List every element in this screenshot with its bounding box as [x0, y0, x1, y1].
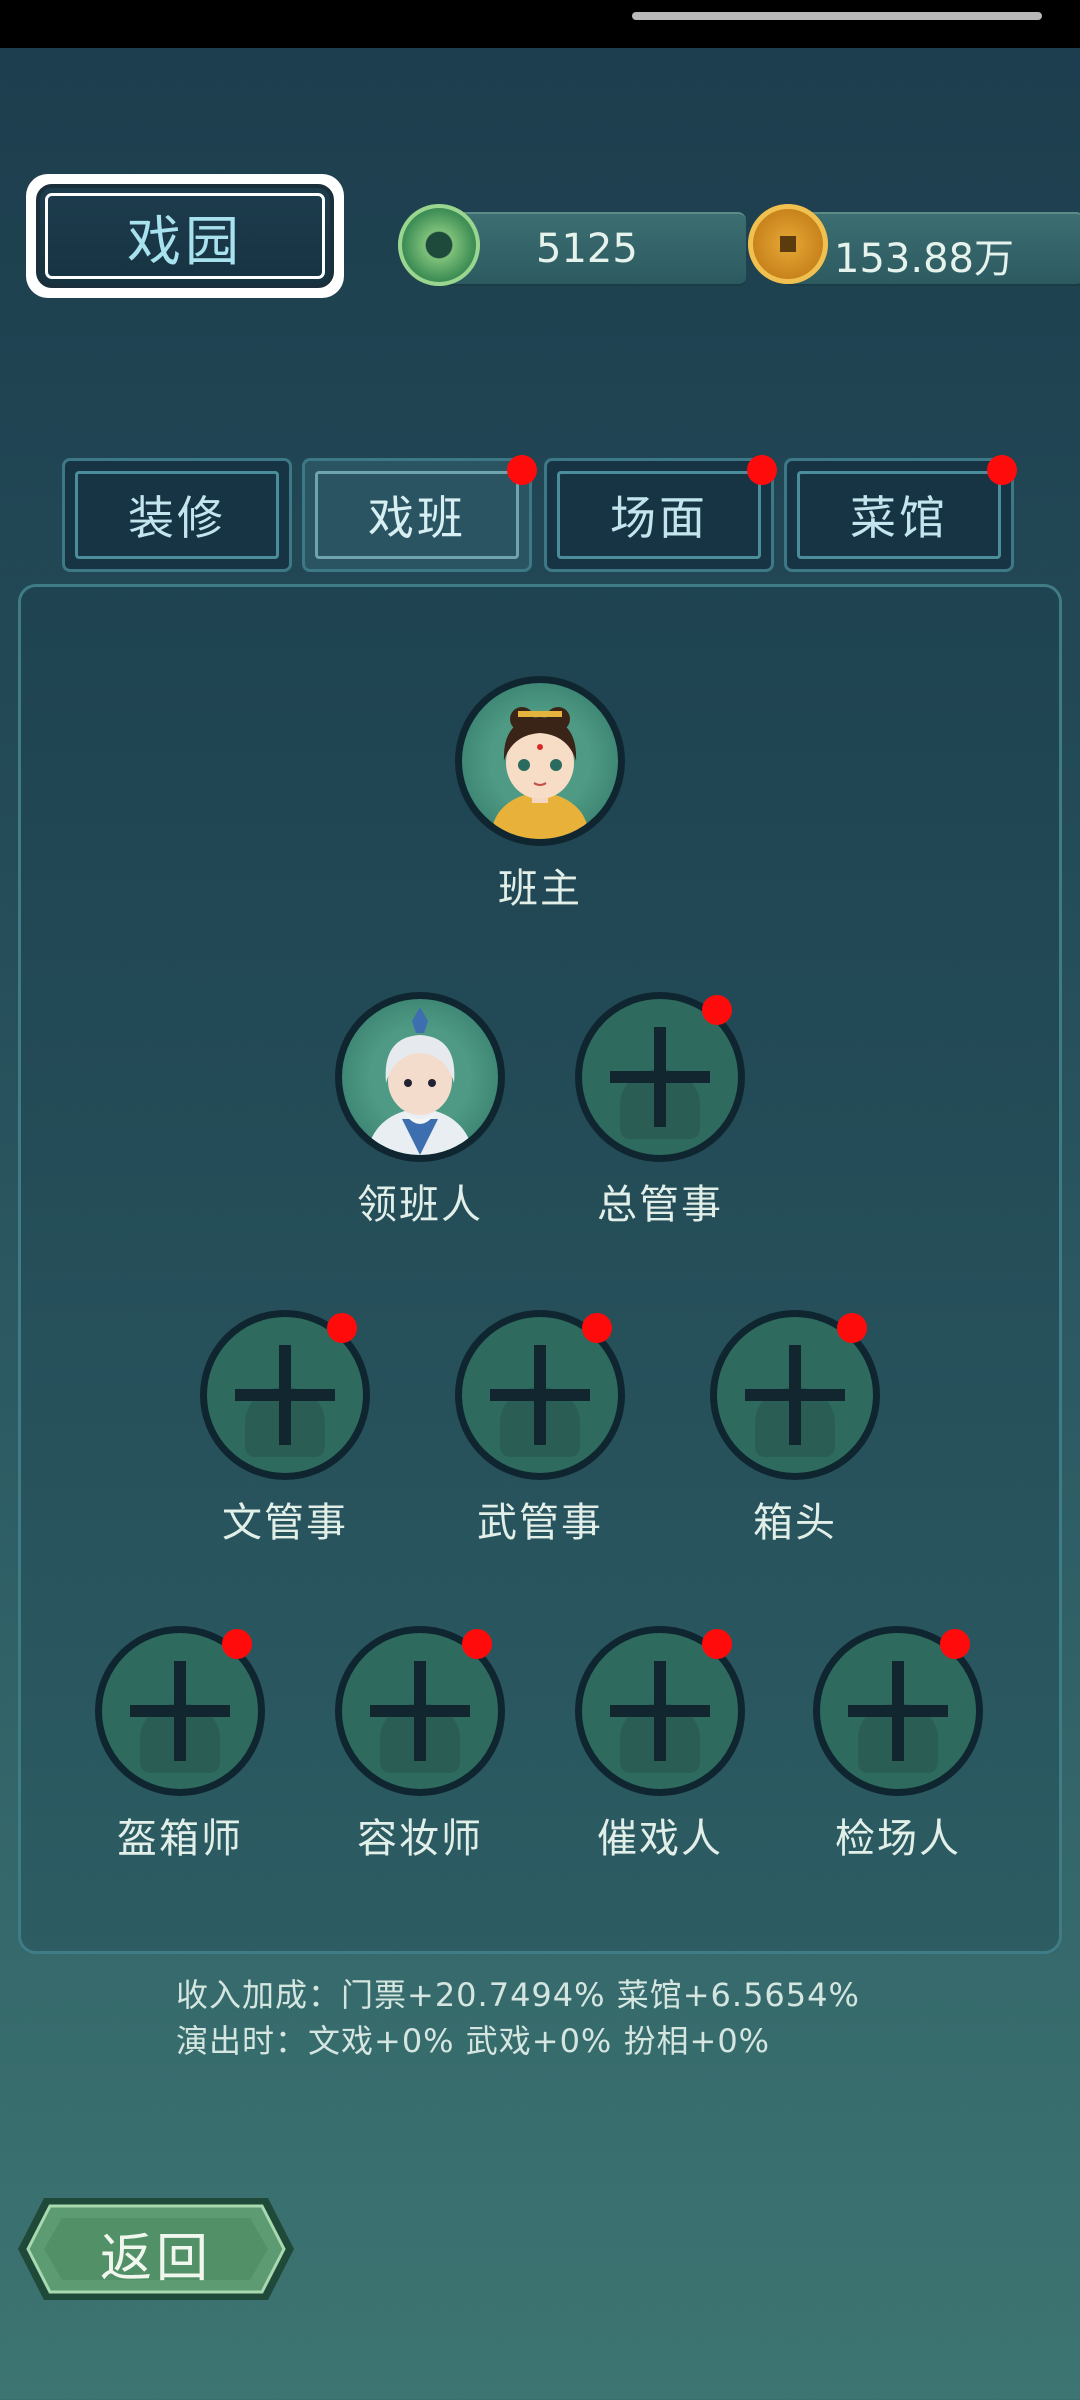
- troupe-head-slot[interactable]: [335, 992, 505, 1162]
- coin-icon: [748, 204, 828, 284]
- tab-troupe[interactable]: 戏班: [302, 458, 532, 572]
- chief-steward-badge: [702, 995, 732, 1025]
- leader-avatar: [492, 707, 588, 839]
- role-label-chest-head: 箱头: [753, 1500, 837, 1546]
- jade-count: 5125: [536, 226, 638, 272]
- gesture-indicator: [632, 12, 1042, 20]
- back-button-label: 返回: [100, 2229, 213, 2289]
- role-label-troupe-head: 领班人: [357, 1182, 483, 1228]
- role-label-leader: 班主: [498, 866, 582, 912]
- coin-count: 153.88万: [834, 236, 1014, 282]
- tab-label: 戏班: [368, 491, 466, 545]
- role-label-stagehand: 检场人: [835, 1816, 961, 1862]
- tab-stage-badge: [747, 455, 777, 485]
- role-label-chief-steward: 总管事: [597, 1182, 723, 1228]
- civil-steward-badge: [327, 1313, 357, 1343]
- page-title: 戏园: [127, 209, 243, 273]
- coin-currency-bar: 153.88万: [784, 212, 1080, 286]
- stagehand-slot[interactable]: [813, 1626, 983, 1796]
- cue-caller-slot[interactable]: [575, 1626, 745, 1796]
- martial-steward-slot[interactable]: [455, 1310, 625, 1480]
- role-label-cue-caller: 催戏人: [597, 1816, 723, 1862]
- cue-caller-badge: [702, 1629, 732, 1659]
- title-plaque: 戏园: [26, 174, 344, 298]
- tab-restaurant[interactable]: 菜馆: [784, 458, 1014, 572]
- makeup-artist-badge: [462, 1629, 492, 1659]
- performance-bonus-text: 演出时：文戏+0% 武戏+0% 扮相+0%: [176, 2022, 771, 2060]
- tab-restaurant-badge: [987, 455, 1017, 485]
- martial-steward-badge: [582, 1313, 612, 1343]
- troupe-head-avatar: [368, 1007, 472, 1155]
- jade-icon: [398, 204, 480, 286]
- role-label-makeup-artist: 容妆师: [357, 1816, 483, 1862]
- tab-label: 菜馆: [850, 491, 948, 545]
- role-label-martial-steward: 武管事: [477, 1500, 603, 1546]
- civil-steward-slot[interactable]: [200, 1310, 370, 1480]
- tab-stage[interactable]: 场面: [544, 458, 774, 572]
- costume-master-slot[interactable]: [95, 1626, 265, 1796]
- makeup-artist-slot[interactable]: [335, 1626, 505, 1796]
- tab-troupe-badge: [507, 455, 537, 485]
- status-bar: [0, 0, 1080, 48]
- tab-label: 装修: [128, 491, 226, 545]
- back-button[interactable]: 返回: [14, 2194, 298, 2304]
- income-bonus-text: 收入加成：门票+20.7494% 菜馆+6.5654%: [176, 1976, 860, 2014]
- leader-slot[interactable]: [455, 676, 625, 846]
- stagehand-badge: [940, 1629, 970, 1659]
- role-label-costume-master: 盔箱师: [117, 1816, 243, 1862]
- chest-head-badge: [837, 1313, 867, 1343]
- tab-decoration[interactable]: 装修: [62, 458, 292, 572]
- chief-steward-slot[interactable]: [575, 992, 745, 1162]
- tab-label: 场面: [610, 491, 708, 545]
- chest-head-slot[interactable]: [710, 1310, 880, 1480]
- role-label-civil-steward: 文管事: [222, 1500, 348, 1546]
- costume-master-badge: [222, 1629, 252, 1659]
